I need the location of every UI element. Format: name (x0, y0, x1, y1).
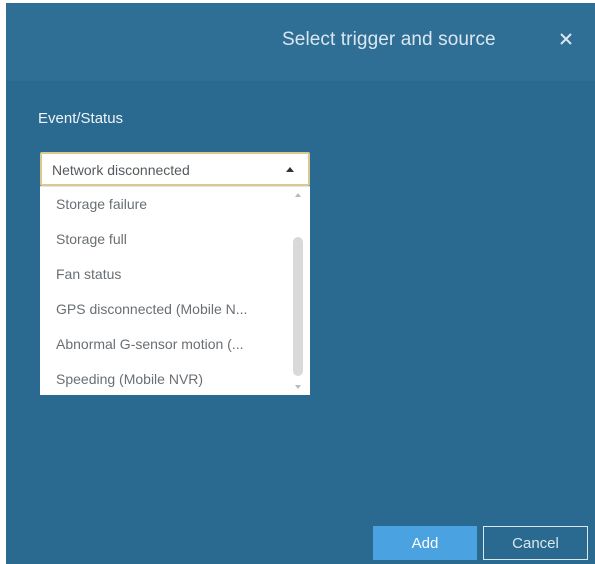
select-trigger-dialog: Select trigger and source Event/Status N… (6, 3, 595, 564)
scroll-up-icon[interactable] (295, 193, 301, 197)
dropdown-scrollbar[interactable] (292, 189, 306, 394)
dialog-header: Select trigger and source (6, 3, 595, 81)
scroll-down-icon[interactable] (295, 385, 301, 389)
close-icon (560, 33, 572, 45)
option-speeding[interactable]: Speeding (Mobile NVR) (56, 367, 286, 391)
scrollbar-thumb[interactable] (293, 237, 303, 376)
caret-up-icon (286, 167, 294, 172)
option-storage-failure[interactable]: Storage failure (56, 192, 286, 216)
option-fan-status[interactable]: Fan status (56, 262, 286, 286)
select-value: Network disconnected (52, 162, 190, 178)
option-storage-full[interactable]: Storage full (56, 227, 286, 251)
dialog-title: Select trigger and source (282, 29, 496, 50)
event-status-select[interactable]: Network disconnected (40, 152, 310, 186)
event-status-label: Event/Status (38, 110, 124, 127)
option-abnormal-g-sensor[interactable]: Abnormal G-sensor motion (... (56, 332, 286, 356)
cancel-button[interactable]: Cancel (483, 526, 588, 560)
option-gps-disconnected[interactable]: GPS disconnected (Mobile N... (56, 297, 286, 321)
add-button[interactable]: Add (373, 526, 477, 560)
close-button[interactable] (554, 27, 578, 51)
dropdown-list[interactable]: Storage failure Storage full Fan status … (40, 186, 310, 395)
